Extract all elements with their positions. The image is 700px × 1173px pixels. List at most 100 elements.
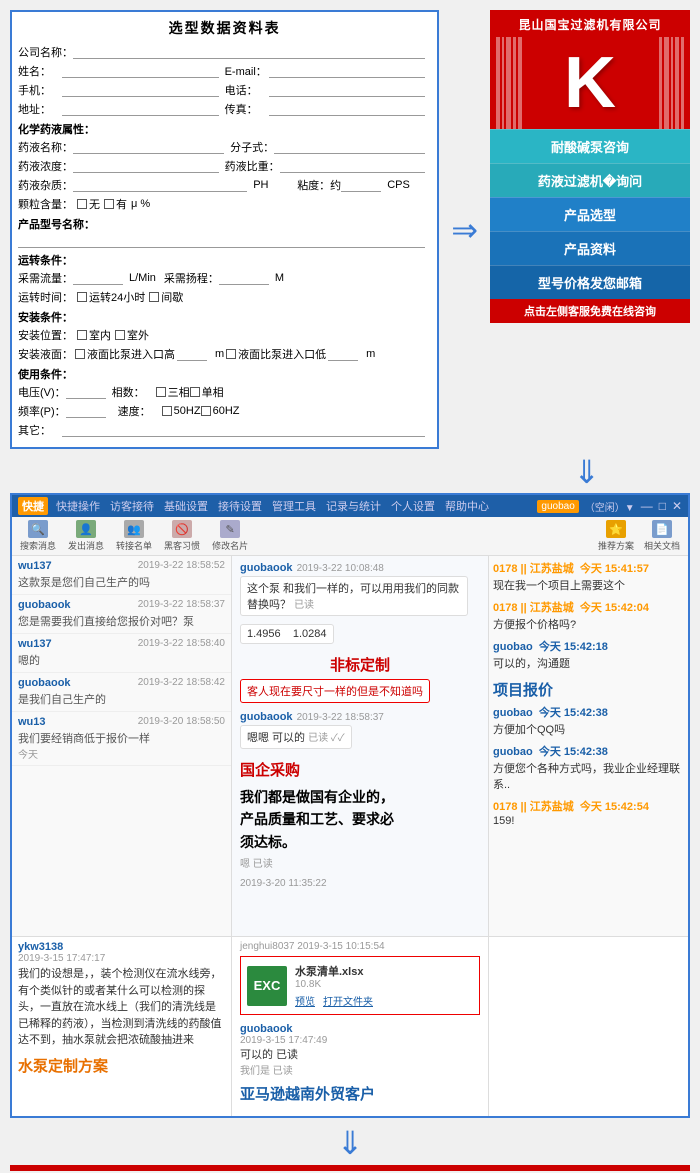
name-input[interactable] — [62, 64, 219, 78]
annotation-label: 水泵定制方案 — [18, 1055, 108, 1076]
msg-text: 嗯嗯 可以的 已读 ✓✓ — [240, 725, 352, 749]
list-item[interactable]: guobaook 2019-3-22 18:58:37 您是需要我们直接给您报价… — [12, 595, 231, 634]
time-24h-item[interactable]: 运转24小时 — [77, 289, 145, 305]
close-btn[interactable]: ✕ — [672, 499, 682, 513]
inlet-below-value[interactable] — [328, 347, 358, 361]
single-phase-item[interactable]: 单相 — [190, 384, 224, 400]
voltage-input[interactable] — [66, 385, 106, 399]
flow-input[interactable] — [73, 271, 123, 285]
chat-topbar: 快捷 快捷操作 访客接待 基础设置 接待设置 管理工具 记录与统计 个人设置 帮… — [12, 495, 688, 517]
hz60-checkbox[interactable] — [201, 406, 211, 416]
address-input[interactable] — [62, 102, 219, 116]
toolbar-transfer[interactable]: 👥 转接名单 — [116, 520, 152, 552]
three-phase-checkbox[interactable] — [156, 387, 166, 397]
indoor-item[interactable]: 室内 — [77, 327, 111, 343]
specific-gravity-input[interactable] — [280, 159, 426, 173]
list-item[interactable]: guobaook 2019-3-22 18:58:42 是我们自己生产的 — [12, 673, 231, 712]
user-status: （空闲）▼ — [585, 499, 635, 514]
file-open-link[interactable]: 打开文件夹 — [323, 993, 373, 1008]
hz50-checkbox[interactable] — [162, 406, 172, 416]
inlet-above-item[interactable]: 液面比泵进入口高 — [75, 346, 175, 362]
impurity-input[interactable] — [73, 178, 247, 192]
tel-label: 电话： — [225, 82, 269, 98]
hz50-item[interactable]: 50HZ — [162, 405, 201, 417]
arrow-down-bottom-icon: ⇓ — [337, 1127, 364, 1159]
file-actions: 预览 打开文件夹 — [295, 993, 473, 1008]
chat-preview: 嗯的 — [18, 652, 218, 668]
msg-bubble: guobaook 2019-3-22 18:58:37 嗯嗯 可以的 已读 ✓✓ — [240, 711, 480, 749]
toolbar-search-msg[interactable]: 🔍 搜索消息 — [20, 520, 56, 552]
msg-text-highlight: 客人现在要尺寸一样的但是不知道吗 — [240, 679, 430, 703]
menu-btn-acid[interactable]: 耐酸碱泵咨询 — [490, 129, 690, 163]
file-name: 水泵清单.xlsx — [295, 963, 473, 979]
frequency-input[interactable] — [66, 404, 106, 418]
inlet-below-item[interactable]: 液面比泵进入口低 — [226, 346, 326, 362]
list-item[interactable]: wu137 2019-3-22 18:58:52 这款泵是您们自己生产的吗 — [12, 556, 231, 595]
menu-btn-email-price[interactable]: 型号价格发您邮箱 — [490, 265, 690, 299]
menu-basic[interactable]: 基础设置 — [164, 498, 208, 514]
indoor-label: 室内 — [89, 327, 111, 343]
maximize-btn[interactable]: □ — [659, 499, 666, 513]
molecular-input[interactable] — [274, 140, 425, 154]
particles-yes-checkbox[interactable] — [104, 199, 114, 209]
chat-menu-items: 快捷操作 访客接待 基础设置 接待设置 管理工具 记录与统计 个人设置 帮助中心 — [56, 498, 529, 514]
menu-btn-product-info[interactable]: 产品资料 — [490, 231, 690, 265]
company-input[interactable] — [73, 45, 425, 59]
particles-yes-item[interactable]: 有 — [104, 196, 127, 212]
time-24h-checkbox[interactable] — [77, 292, 87, 302]
msg-time: 2019-3-22 18:58:37 — [297, 712, 384, 723]
list-item[interactable]: wu13 2019-3-20 18:58:50 我们要经销商低于报价一样 今天 — [12, 712, 231, 766]
inlet-above-value[interactable] — [177, 347, 207, 361]
menu-visitor[interactable]: 访客接待 — [110, 498, 154, 514]
particles-no-item[interactable]: 无 — [77, 196, 100, 212]
outdoor-checkbox[interactable] — [115, 330, 125, 340]
toolbar-edit-card[interactable]: ✎ 修改名片 — [212, 520, 248, 552]
outdoor-item[interactable]: 室外 — [115, 327, 149, 343]
inlet-below-checkbox[interactable] — [226, 349, 236, 359]
menu-records[interactable]: 记录与统计 — [326, 498, 381, 514]
hz60-item[interactable]: 60HZ — [201, 405, 240, 417]
name-label: 姓名： — [18, 63, 62, 79]
phone-input[interactable] — [62, 83, 219, 97]
menu-btn-product-select[interactable]: 产品选型 — [490, 197, 690, 231]
chemical-title: 化学药液属性： — [18, 121, 431, 137]
inlet-row: 安装液面： 液面比泵进入口高 m 液面比泵进入口低 m — [18, 346, 431, 362]
frequency-row: 频率(P)： 速度： 50HZ 60HZ — [18, 403, 431, 419]
single-phase-checkbox[interactable] — [190, 387, 200, 397]
concentration-input[interactable] — [73, 159, 219, 173]
particles-no-checkbox[interactable] — [77, 199, 87, 209]
head-input[interactable] — [219, 271, 269, 285]
fax-input[interactable] — [269, 102, 426, 116]
minimize-btn[interactable]: — — [641, 499, 653, 513]
form-panel: 选型数据资料表 公司名称： 姓名： E-mail： 手机： 电话： 地址： 传真… — [10, 10, 439, 449]
menu-btn-filter[interactable]: 药液过滤机�询问 — [490, 163, 690, 197]
inlet-above-checkbox[interactable] — [75, 349, 85, 359]
menu-reception[interactable]: 接待设置 — [218, 498, 262, 514]
other-input[interactable] — [62, 423, 425, 437]
toolbar-recommend[interactable]: ⭐ 推荐方案 — [598, 520, 634, 552]
email-input[interactable] — [269, 64, 426, 78]
chat-preview: 是我们自己生产的 — [18, 691, 218, 707]
viscosity-unit-label: CPS — [387, 179, 431, 191]
menu-tools[interactable]: 管理工具 — [272, 498, 316, 514]
list-item[interactable]: wu137 2019-3-22 18:58:40 嗯的 — [12, 634, 231, 673]
install-title: 安装条件： — [18, 309, 431, 325]
toolbar-history[interactable]: 📄 相关文档 — [644, 520, 680, 552]
toolbar-send-msg[interactable]: 👤 发出消息 — [68, 520, 104, 552]
msg-bubble-highlight: 客人现在要尺寸一样的但是不知道吗 — [240, 679, 480, 703]
toolbar-blacklist[interactable]: 🚫 黑客习惯 — [164, 520, 200, 552]
time-intermit-item[interactable]: 间歇 — [149, 289, 183, 305]
product-model-input[interactable] — [18, 234, 425, 248]
menu-quick-ops[interactable]: 快捷操作 — [56, 498, 100, 514]
file-preview-link[interactable]: 预览 — [295, 993, 315, 1008]
indoor-checkbox[interactable] — [77, 330, 87, 340]
menu-personal[interactable]: 个人设置 — [391, 498, 435, 514]
viscosity-input[interactable] — [341, 178, 381, 192]
drug-name-input[interactable] — [73, 140, 224, 154]
menu-help[interactable]: 帮助中心 — [445, 498, 489, 514]
time-intermit-checkbox[interactable] — [149, 292, 159, 302]
company-label: 公司名称： — [18, 44, 73, 60]
three-phase-item[interactable]: 三相 — [156, 384, 190, 400]
tel-input[interactable] — [269, 83, 426, 97]
right-msg-body: 现在我一个项目上需要这个 — [493, 577, 684, 593]
